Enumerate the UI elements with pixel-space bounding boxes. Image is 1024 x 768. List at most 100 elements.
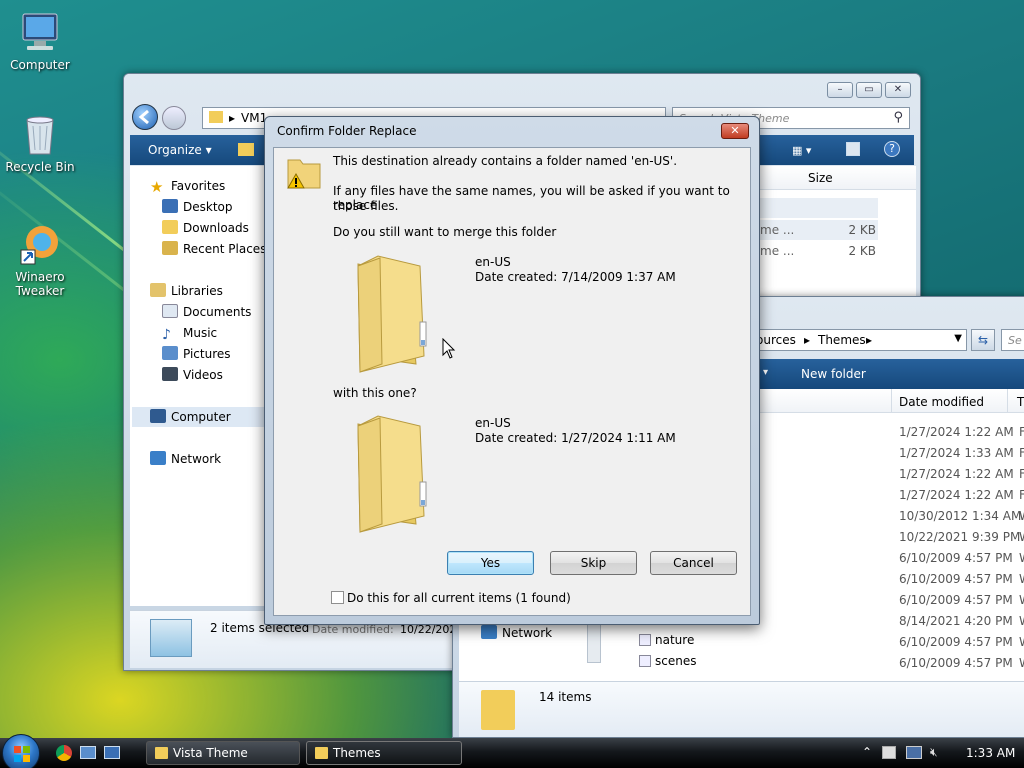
dialog-close-button[interactable]: ✕ [721,123,749,139]
row-date-modified: 1/27/2024 1:33 AM [899,446,1014,460]
action-center-icon[interactable] [882,746,896,759]
start-button[interactable] [2,734,40,768]
table-row[interactable]: me ... 2 KB [760,220,878,240]
computer-icon [150,409,166,423]
nav-libraries[interactable]: Libraries [150,281,223,301]
desktop-icon-recycle-bin[interactable]: Recycle Bin [0,112,80,174]
apply-to-all-label[interactable]: Do this for all current items (1 found) [347,591,571,605]
apply-to-all-checkbox[interactable] [331,591,344,604]
nav-recent-places[interactable]: Recent Places [162,239,266,259]
videos-icon [162,367,178,381]
column-date-modified[interactable]: Date modified [899,395,984,409]
column-size[interactable]: Size [808,171,833,185]
recycle-bin-icon [17,112,63,158]
list-item[interactable]: scenes [639,654,696,668]
row-date-modified: 6/10/2009 4:57 PM [899,635,1013,649]
table-row[interactable]: me ... 2 KB [760,241,878,261]
search-box[interactable]: Se [1001,329,1024,351]
maximize-button[interactable]: ▭ [856,82,882,98]
nav-desktop[interactable]: Desktop [162,197,233,217]
back-button[interactable] [132,104,158,130]
show-hidden-icons-icon[interactable]: ⌃ [862,745,872,759]
nav-label: Downloads [183,221,249,235]
existing-folder-name: en-US [475,255,511,269]
scrollbar[interactable] [587,619,601,663]
organize-label: Organize [148,143,202,157]
preview-pane-icon[interactable] [846,142,860,156]
nav-documents[interactable]: Documents [162,302,251,322]
yes-button[interactable]: Yes [447,551,534,575]
table-row[interactable] [760,198,878,218]
nav-music[interactable]: ♪ Music [162,323,217,343]
skip-button[interactable]: Skip [550,551,637,575]
clock[interactable]: 1:33 AM [966,746,1015,760]
close-button[interactable]: ✕ [885,82,911,98]
breadcrumb-segment[interactable]: ources [756,333,796,347]
column-divider [891,389,892,413]
minimize-button[interactable]: – [827,82,853,98]
nav-label: Computer [171,410,231,424]
nav-label: Network [171,452,222,466]
column-header: Size [760,166,916,190]
row-type: F [1019,488,1024,502]
nav-downloads[interactable]: Downloads [162,218,249,238]
nav-label: Music [183,326,218,340]
row-type: W [1019,572,1024,586]
row-size: 2 KB [848,244,876,258]
network-tray-icon[interactable] [906,746,922,759]
views-button[interactable]: ▦ ▾ [792,144,811,157]
nav-label: Network [502,626,553,640]
new-folder-icon[interactable] [350,412,434,534]
desktop-icon-computer[interactable]: Computer [0,10,80,72]
row-date-modified: 10/30/2012 1:34 AM [899,509,1022,523]
chrome-icon[interactable] [56,745,72,761]
chevron-down-icon[interactable]: ▾ [763,367,768,378]
row-name: nature [655,633,695,647]
new-folder-button[interactable]: New folder [801,367,866,381]
forward-button[interactable] [162,106,186,130]
confirm-folder-replace-dialog[interactable]: Confirm Folder Replace ✕ This destinatio… [264,116,760,625]
include-in-library-icon[interactable] [238,143,254,156]
breadcrumb-arrow-icon: ▸ [804,333,811,347]
volume-muted-icon[interactable]: 🔇︎ [930,745,938,760]
column-divider [1007,389,1008,413]
organize-button[interactable]: Organize ▾ [148,143,212,157]
address-bar[interactable]: ources ▸ Themes ▸ ▼ [749,329,967,351]
taskbar-button-label: Vista Theme [173,746,248,760]
mouse-cursor-icon [442,338,456,359]
nav-favorites[interactable]: ★ Favorites [150,176,225,196]
row-type: W [1019,530,1024,544]
switch-windows-icon[interactable] [104,746,120,759]
new-folder-date: Date created: 1/27/2024 1:11 AM [475,431,676,445]
show-desktop-icon[interactable] [80,746,96,759]
folder-icon [209,111,223,123]
nav-label: Documents [183,305,252,319]
nav-network[interactable]: Network [481,623,552,643]
navigation-pane: ★ Favorites Desktop Downloads Recent Plac… [130,166,270,606]
cancel-button[interactable]: Cancel [650,551,737,575]
nav-label: Favorites [171,179,226,193]
pictures-icon [162,346,178,360]
refresh-button[interactable]: ⇆ [971,329,995,351]
dialog-title: Confirm Folder Replace [277,124,417,138]
column-type[interactable]: T [1017,395,1024,409]
search-icon: ⚲ [893,110,903,125]
help-icon[interactable]: ? [884,141,900,157]
recent-places-icon [162,241,178,255]
list-item[interactable]: nature [639,633,694,647]
file-icon [639,634,651,646]
desktop-icon-winaero-tweaker[interactable]: Winaero Tweaker [0,222,80,298]
existing-folder-icon[interactable] [350,252,434,374]
breadcrumb-segment[interactable]: Themes [818,333,866,347]
nav-videos[interactable]: Videos [162,365,223,385]
taskbar-button-themes[interactable]: Themes [306,741,462,765]
chevron-down-icon[interactable]: ▼ [954,333,962,344]
computer-icon [17,10,63,56]
row-type: F [1019,446,1024,460]
nav-pictures[interactable]: Pictures [162,344,231,364]
nav-network[interactable]: Network [150,449,221,469]
search-placeholder: Se [1008,334,1022,347]
new-folder-name: en-US [475,416,511,430]
nav-computer[interactable]: Computer [132,407,268,427]
taskbar-button-vista-theme[interactable]: Vista Theme [146,741,300,765]
